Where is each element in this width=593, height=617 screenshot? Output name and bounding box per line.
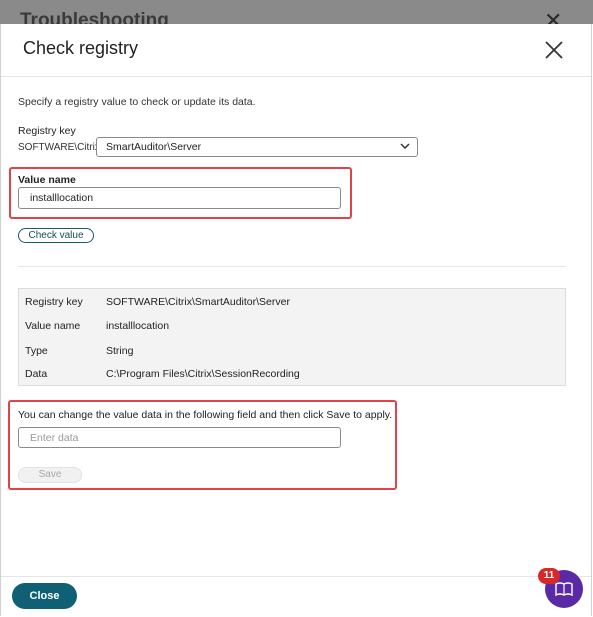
background-close-icon: ✕ bbox=[544, 8, 563, 24]
registry-key-prefix: SOFTWARE\Citrix\ bbox=[18, 142, 103, 153]
background-title: Troubleshooting bbox=[20, 10, 169, 24]
registry-key-selected: SmartAuditor\Server bbox=[106, 141, 202, 153]
result-label: Data bbox=[25, 368, 48, 380]
result-value: C:\Program Files\Citrix\SessionRecording bbox=[106, 368, 300, 380]
notification-badge: 11 bbox=[538, 568, 560, 584]
background-page: Troubleshooting ✕ bbox=[0, 0, 593, 24]
value-name-label: Value name bbox=[18, 174, 76, 186]
divider bbox=[1, 576, 591, 577]
registry-key-label: Registry key bbox=[18, 125, 76, 137]
divider bbox=[18, 266, 566, 267]
value-name-input[interactable]: installlocation bbox=[18, 187, 341, 209]
registry-key-select[interactable]: SmartAuditor\Server bbox=[96, 137, 418, 157]
check-registry-dialog: Check registry Specify a registry value … bbox=[0, 24, 592, 616]
change-instructions: You can change the value data in the fol… bbox=[18, 409, 393, 421]
chevron-down-icon bbox=[400, 143, 410, 150]
dialog-title: Check registry bbox=[23, 38, 139, 58]
close-icon[interactable] bbox=[542, 38, 566, 62]
result-label: Value name bbox=[25, 320, 81, 332]
result-value: installlocation bbox=[106, 320, 170, 332]
intro-text: Specify a registry value to check or upd… bbox=[18, 96, 256, 108]
result-value: SOFTWARE\Citrix\SmartAuditor\Server bbox=[106, 296, 290, 308]
save-button[interactable]: Save bbox=[18, 467, 82, 483]
result-label: Type bbox=[25, 345, 48, 357]
result-panel: Registry key SOFTWARE\Citrix\SmartAudito… bbox=[18, 288, 566, 386]
data-input[interactable]: Enter data bbox=[18, 427, 341, 448]
result-label: Registry key bbox=[25, 296, 83, 308]
divider bbox=[1, 76, 591, 77]
check-value-button[interactable]: Check value bbox=[18, 228, 94, 243]
result-value: String bbox=[106, 345, 134, 357]
close-button[interactable]: Close bbox=[12, 583, 77, 609]
